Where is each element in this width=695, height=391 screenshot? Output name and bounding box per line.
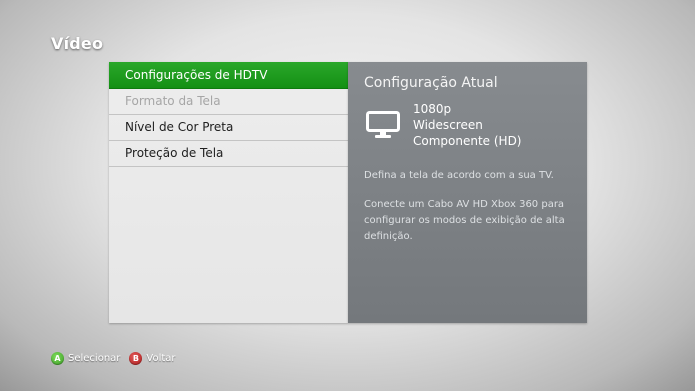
back-action-label[interactable]: Voltar xyxy=(146,353,175,364)
menu-item-black-level[interactable]: Nível de Cor Preta xyxy=(109,115,348,141)
b-button-icon: B xyxy=(129,351,143,365)
page-title: Vídeo xyxy=(51,34,104,53)
current-aspect-ratio: Widescreen xyxy=(413,118,483,132)
cable-hint: Conecte um Cabo AV HD Xbox 360 para conf… xyxy=(364,199,565,242)
menu-item-hdtv-settings[interactable]: Configurações de HDTV xyxy=(109,62,348,89)
info-panel-title: Configuração Atual xyxy=(364,75,498,91)
select-action-label[interactable]: Selecionar xyxy=(68,353,120,364)
current-resolution: 1080p xyxy=(413,102,452,116)
a-button-icon: A xyxy=(51,351,64,365)
current-settings-panel: Configuração Atual 1080p Widescreen Comp… xyxy=(348,62,587,323)
menu-item-screen-format: Formato da Tela xyxy=(109,89,348,115)
menu-item-screensaver[interactable]: Proteção de Tela xyxy=(109,141,348,167)
current-display-settings: 1080p Widescreen Componente (HD) xyxy=(413,101,522,149)
settings-menu: Configurações de HDTV Formato da Tela Ní… xyxy=(109,62,348,323)
button-legend: A Selecionar B Voltar xyxy=(51,350,185,366)
item-description: Defina a tela de acordo com a sua TV. xyxy=(364,170,554,181)
current-connection: Componente (HD) xyxy=(413,134,522,148)
tv-icon xyxy=(366,111,400,138)
